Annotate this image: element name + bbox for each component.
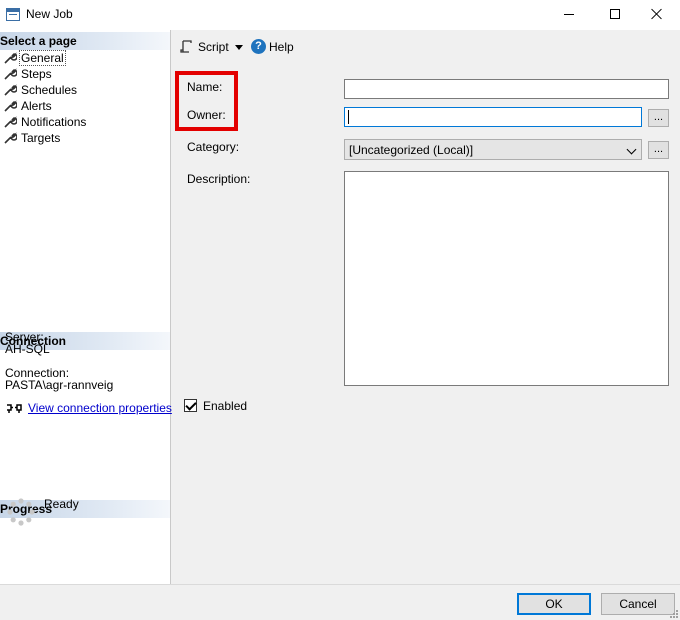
description-label: Description:	[187, 172, 251, 186]
help-icon[interactable]: ?	[251, 39, 266, 54]
page-item-general[interactable]: General	[4, 50, 86, 66]
close-button[interactable]	[634, 0, 680, 30]
window-title: New Job	[26, 7, 73, 21]
script-icon[interactable]	[180, 40, 193, 54]
description-textarea[interactable]	[344, 171, 669, 386]
category-select[interactable]: [Uncategorized (Local)]	[344, 139, 642, 160]
name-input[interactable]	[344, 79, 669, 99]
category-browse-button[interactable]: ...	[648, 141, 669, 159]
page-item-label: Notifications	[21, 115, 87, 129]
progress-spinner-icon	[7, 498, 35, 526]
toolbar: Script ? Help	[171, 30, 680, 62]
window-icon	[6, 8, 20, 21]
chevron-down-icon[interactable]	[235, 45, 243, 50]
minimize-button[interactable]	[546, 0, 592, 30]
wrench-icon	[4, 84, 17, 96]
wrench-icon	[4, 68, 17, 80]
ok-button[interactable]: OK	[517, 593, 591, 615]
script-button[interactable]: Script	[198, 40, 229, 54]
progress-status: Ready	[44, 497, 79, 511]
maximize-icon	[610, 9, 620, 19]
wrench-icon	[4, 52, 17, 64]
page-item-label: Steps	[21, 67, 52, 81]
connection-value: PASTA\agr-rannveig	[5, 378, 114, 392]
page-item-label: Schedules	[21, 83, 78, 97]
page-list: General Steps Schedules Alerts Notificat…	[4, 50, 86, 146]
help-button[interactable]: Help	[269, 40, 294, 54]
page-item-targets[interactable]: Targets	[4, 130, 86, 146]
server-value: AH-SQL	[5, 342, 50, 356]
enabled-checkbox[interactable]	[184, 399, 197, 412]
page-item-label: Targets	[21, 131, 61, 145]
page-item-label: Alerts	[21, 99, 52, 113]
page-item-alerts[interactable]: Alerts	[4, 98, 86, 114]
enabled-label[interactable]: Enabled	[203, 399, 247, 413]
wrench-icon	[4, 132, 17, 144]
plug-icon	[7, 404, 22, 413]
resize-grip-icon[interactable]	[670, 610, 678, 618]
page-item-label: General	[19, 50, 66, 66]
view-connection-properties-link[interactable]: View connection properties	[28, 401, 172, 415]
minimize-icon	[564, 14, 574, 15]
select-page-header: Select a page	[0, 32, 170, 50]
owner-input[interactable]	[344, 107, 642, 127]
wrench-icon	[4, 116, 17, 128]
cancel-button[interactable]: Cancel	[601, 593, 675, 615]
title-bar: New Job	[0, 0, 680, 30]
page-item-notifications[interactable]: Notifications	[4, 114, 86, 130]
page-item-steps[interactable]: Steps	[4, 66, 86, 82]
category-label: Category:	[187, 140, 240, 154]
maximize-button[interactable]	[592, 0, 638, 30]
wrench-icon	[4, 100, 17, 112]
owner-browse-button[interactable]: ...	[648, 109, 669, 127]
annotation-highlight-box	[175, 71, 238, 131]
text-caret	[348, 110, 349, 124]
page-item-schedules[interactable]: Schedules	[4, 82, 86, 98]
